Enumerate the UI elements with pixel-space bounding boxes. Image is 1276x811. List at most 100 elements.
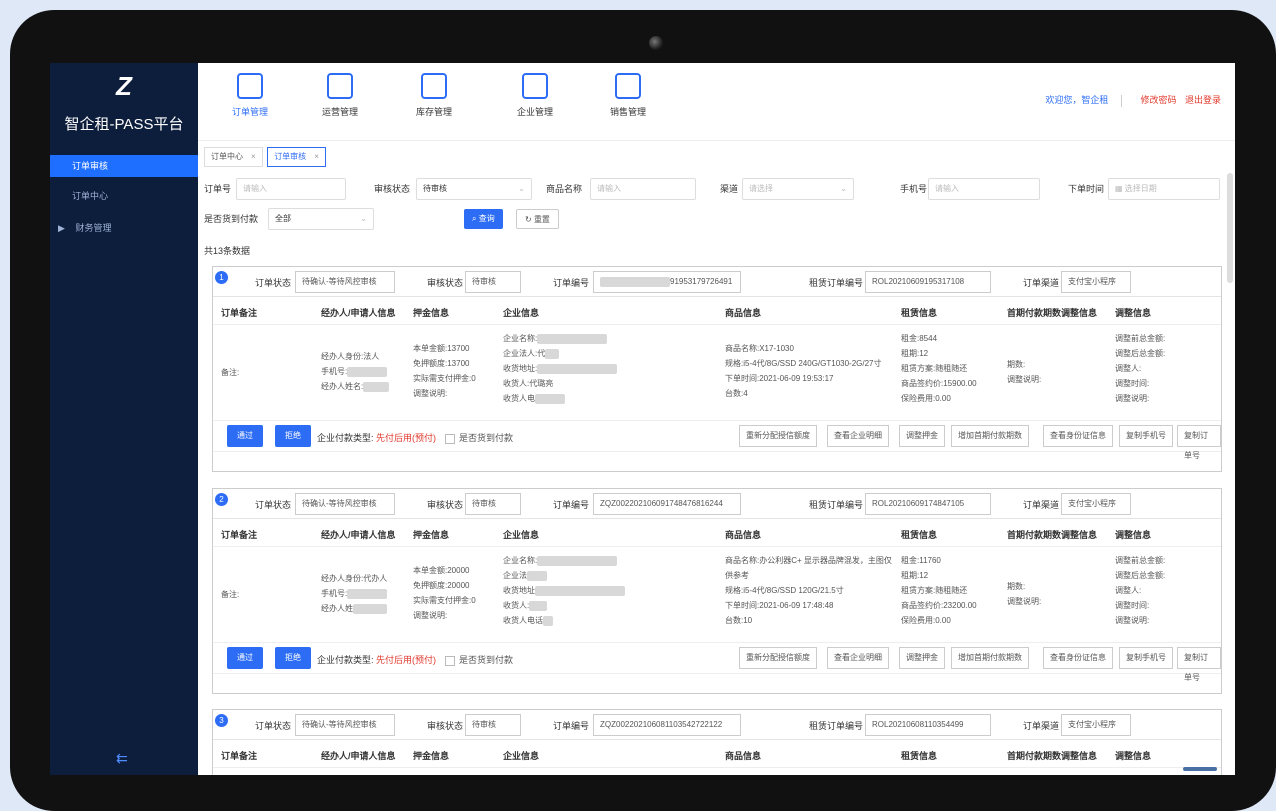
view-id-button[interactable]: 查看身份证信息 [1043, 425, 1113, 447]
col-remark: 订单备注 [221, 308, 258, 318]
tab-order-audit[interactable]: 订单审核 × [267, 147, 326, 167]
company-line: 企业法人:代 [503, 346, 617, 361]
tab-order-center[interactable]: 订单中心 × [204, 147, 263, 167]
copy-phone-button[interactable]: 复制手机号 [1119, 647, 1173, 669]
payment-type: 企业付款类型: 先付后用(预付) [317, 431, 436, 444]
view-company-button[interactable]: 查看企业明细 [827, 425, 889, 447]
redacted-block [529, 600, 548, 611]
deposit-line: 免押额度:13700 [413, 359, 470, 368]
adjust-deposit-button[interactable]: 调整押金 [899, 647, 945, 669]
redacted-block [347, 588, 388, 599]
order-columns-header: 订单备注 经办人/申请人信息 押金信息 企业信息 商品信息 租赁信息 首期付款期… [213, 740, 1221, 768]
goods-line: 商品名称:X17-1030 [725, 344, 794, 353]
lease-no-label: 租赁订单编号 [809, 278, 864, 288]
col-remark: 订单备注 [221, 530, 258, 540]
order-card-header: 1 订单状态 待确认-等待风控审核 审核状态 待审核 订单编号 91953179… [213, 267, 1221, 297]
chevron-down-icon: ⌄ [360, 214, 367, 223]
collapse-menu-icon[interactable]: ⇇ [116, 750, 128, 767]
product-name-input[interactable]: 请输入 [590, 178, 696, 200]
sidebar-item-finance[interactable]: ▶ 财务管理 [50, 217, 198, 239]
view-company-button[interactable]: 查看企业明细 [827, 647, 889, 669]
deposit-line: 免押额度:20000 [413, 581, 470, 590]
lease-no-label: 租赁订单编号 [809, 721, 864, 731]
screen: Z 智企租-PASS平台 订单审核 订单中心 ▶ 财务管理 ⇇ 订单管理 运营管… [50, 63, 1235, 775]
handler-line-text: 经办人姓 [321, 604, 353, 613]
first-line: 调整说明: [1007, 597, 1042, 606]
audit-status-select[interactable]: 待审核 ⌄ [416, 178, 532, 200]
copy-phone-button[interactable]: 复制手机号 [1119, 425, 1173, 447]
tablet-frame: Z 智企租-PASS平台 订单审核 订单中心 ▶ 财务管理 ⇇ 订单管理 运营管… [10, 10, 1276, 811]
sidebar-item-order-audit[interactable]: 订单审核 [50, 155, 198, 177]
deposit-info: 本单金额:13700 免押额度:13700 实际需支付押金:0 调整说明: [413, 341, 476, 401]
reset-button[interactable]: ↻ 重置 [516, 209, 559, 229]
redacted-block [537, 333, 608, 344]
nav-label: 销售管理 [609, 107, 646, 117]
user-menu: 欢迎您，智企租 修改密码 退出登录 [1045, 93, 1221, 107]
add-first-period-button[interactable]: 增加首期付款期数 [951, 425, 1029, 447]
redacted-block [545, 348, 560, 359]
close-icon[interactable]: × [314, 152, 319, 161]
reallocate-credit-button[interactable]: 重新分配授信额度 [739, 425, 817, 447]
order-status-field: 待确认-等待风控审核 [295, 493, 395, 515]
company-line-text: 收货地址: [503, 364, 538, 373]
order-time-picker[interactable]: ▦ 选择日期 [1108, 178, 1220, 200]
change-password-link[interactable]: 修改密码 [1140, 95, 1176, 105]
cod-checkbox[interactable]: 是否货到付款 [445, 431, 513, 444]
grid-icon [327, 73, 353, 99]
reallocate-credit-button[interactable]: 重新分配授信额度 [739, 647, 817, 669]
button-label: 重置 [533, 215, 550, 224]
nav-order-management[interactable]: 订单管理 [220, 73, 280, 118]
goods-line: 台数:4 [725, 389, 748, 398]
order-no-label: 订单编号 [553, 278, 590, 288]
channel-select[interactable]: 请选择 ⌄ [742, 178, 854, 200]
deposit-info: 本单金额:20000 免押额度:20000 实际需支付押金:0 调整说明: [413, 563, 476, 623]
add-first-period-button[interactable]: 增加首期付款期数 [951, 647, 1029, 669]
logout-link[interactable]: 退出登录 [1185, 95, 1221, 105]
cod-select[interactable]: 全部 ⌄ [268, 208, 374, 230]
order-status-label: 订单状态 [255, 721, 292, 731]
company-line: 收货地址: [503, 361, 618, 376]
copy-order-no-button[interactable]: 复制订单号 [1177, 425, 1221, 460]
view-id-button[interactable]: 查看身份证信息 [1043, 647, 1113, 669]
reject-button[interactable]: 拒绝 [275, 647, 311, 669]
scrollbar[interactable] [1227, 173, 1233, 283]
col-first-payment: 首期付款期数调整信息 [1007, 530, 1098, 540]
company-line-text: 收货人电话 [503, 616, 543, 625]
nav-label: 运营管理 [321, 107, 358, 117]
adjust-line: 调整时间: [1115, 601, 1150, 610]
checkbox-label: 是否货到付款 [459, 655, 514, 665]
nav-operations[interactable]: 运营管理 [310, 73, 370, 118]
button-label: 查询 [478, 214, 495, 223]
copy-order-no-button[interactable]: 复制订单号 [1177, 647, 1221, 682]
goods-info: 商品名称:X17-1030 规格:i5-4代/8G/SSD 240G/GT103… [725, 341, 882, 401]
sidebar-item-order-center[interactable]: 订单中心 [50, 185, 198, 207]
reject-button[interactable]: 拒绝 [275, 425, 311, 447]
search-icon: ⌕ [472, 214, 479, 223]
redacted-block [535, 585, 625, 596]
date-placeholder: 选择日期 [1124, 184, 1157, 193]
lease-no-field: ROL20210609195317108 [865, 271, 991, 293]
approve-button[interactable]: 通过 [227, 647, 263, 669]
close-icon[interactable]: × [251, 152, 256, 161]
cod-checkbox[interactable]: 是否货到付款 [445, 653, 513, 666]
nav-sales[interactable]: 销售管理 [598, 73, 658, 118]
nav-company[interactable]: 企业管理 [505, 73, 565, 118]
remark-text: 备注: [221, 368, 240, 377]
col-goods: 商品信息 [725, 530, 762, 540]
scroll-handle[interactable] [1183, 767, 1217, 771]
approve-button[interactable]: 通过 [227, 425, 263, 447]
adjust-line: 调整人: [1115, 364, 1142, 373]
tab-label: 订单中心 [211, 152, 243, 161]
nav-inventory[interactable]: 库存管理 [404, 73, 464, 118]
order-no-input[interactable]: 请输入 [236, 178, 346, 200]
col-company: 企业信息 [503, 308, 540, 318]
adjust-deposit-button[interactable]: 调整押金 [899, 425, 945, 447]
phone-input[interactable]: 请输入 [928, 178, 1040, 200]
caret-right-icon: ▶ [58, 223, 65, 233]
lease-line: 保险费用:0.00 [901, 394, 951, 403]
redacted-block [363, 381, 390, 392]
adjust-info: 调整前总金额: 调整后总金额: 调整人: 调整时间: 调整说明: [1115, 331, 1165, 406]
channel-label: 订单渠道 [1023, 500, 1060, 510]
payment-type-value: 先付后用(预付) [376, 655, 437, 665]
query-button[interactable]: ⌕ 查询 [464, 209, 503, 229]
